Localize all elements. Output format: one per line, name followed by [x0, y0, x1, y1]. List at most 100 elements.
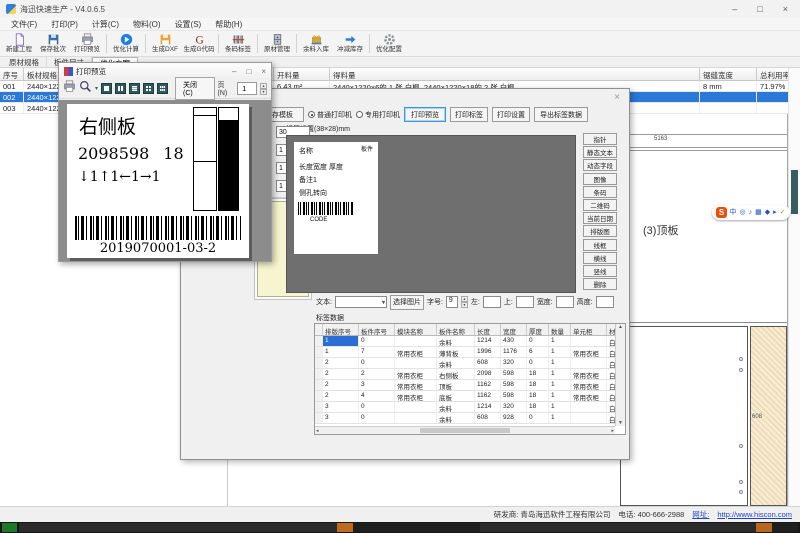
- row-selector[interactable]: [315, 369, 323, 379]
- height-input[interactable]: [596, 296, 614, 308]
- taskbar-item[interactable]: [756, 523, 772, 532]
- export-label-data-button[interactable]: 导出标签数据: [534, 107, 588, 122]
- taskbar-item[interactable]: [337, 523, 353, 532]
- label-template[interactable]: 名称 板件 长度宽度 厚度 备注1 侧孔转向 CODE: [294, 142, 378, 254]
- table-row[interactable]: 17常用衣柜薄背板1996117661常用衣柜白枫: [315, 347, 625, 358]
- left-input[interactable]: [483, 296, 501, 308]
- toolbar-button-优化计算[interactable]: 优化计算: [109, 31, 143, 56]
- label-table-header-长度[interactable]: 长度: [475, 324, 501, 335]
- table-cell[interactable]: [571, 402, 607, 412]
- table-cell[interactable]: [395, 402, 437, 412]
- toolbar-button-优化配置[interactable]: 优化配置: [372, 31, 406, 56]
- table-cell[interactable]: 1996: [475, 347, 501, 357]
- table-cell[interactable]: 0: [359, 413, 395, 423]
- table-cell[interactable]: 2: [359, 369, 395, 379]
- six-page-view-button[interactable]: [157, 83, 168, 94]
- table-cell[interactable]: [571, 336, 607, 346]
- print-label-button[interactable]: 打印标签: [450, 107, 488, 122]
- tool-button-横线[interactable]: 横线: [583, 252, 617, 264]
- ime-icon-3[interactable]: ▦: [755, 209, 762, 216]
- template-name-field[interactable]: 名称: [299, 146, 313, 156]
- label-table-header-数量[interactable]: 数量: [549, 324, 571, 335]
- toolbar-button-生成G代码[interactable]: G生成G代码: [182, 31, 216, 56]
- menu-item-计算(C)[interactable]: 计算(C): [85, 18, 126, 30]
- table-cell[interactable]: 常用衣柜: [571, 369, 607, 379]
- table-cell[interactable]: 1: [549, 380, 571, 390]
- table-cell[interactable]: 598: [501, 369, 527, 379]
- table-cell[interactable]: 18: [527, 391, 549, 401]
- table-cell[interactable]: 常用衣柜: [571, 380, 607, 390]
- tool-button-排版图[interactable]: 排版图: [583, 225, 617, 237]
- table-cell[interactable]: 1: [549, 391, 571, 401]
- table-cell[interactable]: 598: [501, 380, 527, 390]
- table-cell[interactable]: 18: [527, 380, 549, 390]
- scroll-left-icon[interactable]: ◂: [316, 428, 319, 434]
- table-cell[interactable]: [571, 413, 607, 423]
- table-cell[interactable]: 598: [501, 391, 527, 401]
- menu-item-帮助(H)[interactable]: 帮助(H): [208, 18, 249, 30]
- tool-button-当前日期[interactable]: 当前日期: [583, 212, 617, 224]
- table-row[interactable]: 22常用衣柜右侧板2098598181常用衣柜白枫: [315, 369, 625, 380]
- table-horizontal-scrollbar[interactable]: ◂▸: [315, 426, 615, 434]
- taskbar-item[interactable]: [772, 523, 798, 532]
- template-barcode[interactable]: [298, 202, 354, 215]
- table-row[interactable]: 20余料60832001白枫: [315, 358, 625, 369]
- table-cell[interactable]: 608: [475, 413, 501, 423]
- print-preview-button[interactable]: 打印预览: [404, 107, 446, 122]
- radio-checked-icon[interactable]: [308, 111, 315, 118]
- table-cell[interactable]: 2: [323, 358, 359, 368]
- radio-normal-printer[interactable]: 普通打印机: [308, 110, 352, 120]
- label-table-header-模块名称[interactable]: 模块名称: [395, 324, 437, 335]
- tool-button-二维码[interactable]: 二维码: [583, 199, 617, 211]
- preview-close-button[interactable]: ×: [261, 67, 266, 76]
- table-row[interactable]: 24常用衣柜底板1162598181常用衣柜白枫: [315, 391, 625, 402]
- scroll-down-icon[interactable]: ▼: [618, 420, 623, 426]
- table-cell[interactable]: 3: [323, 413, 359, 423]
- table-cell[interactable]: 1214: [475, 336, 501, 346]
- ime-icon-5[interactable]: ▸: [773, 209, 777, 216]
- table-cell[interactable]: 1162: [475, 391, 501, 401]
- table-cell[interactable]: 顶板: [437, 380, 475, 390]
- table-cell[interactable]: 1: [549, 369, 571, 379]
- table-cell[interactable]: 7: [359, 347, 395, 357]
- template-dims-field[interactable]: 长度宽度 厚度: [299, 162, 343, 172]
- table-cell[interactable]: 余料: [437, 402, 475, 412]
- table-cell[interactable]: 余料: [437, 358, 475, 368]
- table-cell[interactable]: 6: [527, 347, 549, 357]
- table-cell[interactable]: 1: [549, 336, 571, 346]
- zoom-dropdown-icon[interactable]: ▾: [95, 85, 98, 92]
- menu-item-打印(P)[interactable]: 打印(P): [44, 18, 85, 30]
- page-spinner-icon[interactable]: ▴▾: [260, 83, 267, 95]
- table-cell[interactable]: 4: [359, 391, 395, 401]
- table-cell[interactable]: 常用衣柜: [395, 369, 437, 379]
- font-size-value[interactable]: 9: [446, 296, 458, 308]
- tool-button-动态字段[interactable]: 动态字段: [583, 159, 617, 171]
- table-cell[interactable]: 2: [323, 369, 359, 379]
- table-row[interactable]: 23常用衣柜顶板1162598181常用衣柜白枫: [315, 380, 625, 391]
- pick-image-button[interactable]: 选择图片: [390, 295, 424, 310]
- label-table-header-单元柜[interactable]: 单元柜: [571, 324, 607, 335]
- menu-item-文件(F)[interactable]: 文件(F): [4, 18, 44, 30]
- table-cell[interactable]: 常用衣柜: [395, 391, 437, 401]
- row-selector[interactable]: [315, 413, 323, 423]
- table-cell[interactable]: 常用衣柜: [395, 347, 437, 357]
- table-cell[interactable]: 0: [527, 336, 549, 346]
- toolbar-button-保存批次[interactable]: 保存批次: [36, 31, 70, 56]
- tool-button-线框[interactable]: 线框: [583, 239, 617, 251]
- ime-icon-2[interactable]: ♪: [749, 209, 753, 216]
- close-button[interactable]: ×: [783, 4, 788, 14]
- table-row[interactable]: 30余料60892801白枫: [315, 413, 625, 424]
- table-cell[interactable]: 0: [527, 413, 549, 423]
- table-cell[interactable]: 2: [323, 380, 359, 390]
- toolbar-button-新建工程[interactable]: 新建工程: [2, 31, 36, 56]
- menu-item-设置(S)[interactable]: 设置(S): [168, 18, 209, 30]
- minimize-button[interactable]: –: [732, 4, 737, 14]
- table-cell[interactable]: 1: [549, 358, 571, 368]
- scrollbar-thumb[interactable]: [791, 170, 798, 214]
- table-vertical-scrollbar[interactable]: ▲▼: [615, 324, 625, 426]
- table-cell[interactable]: 余料: [437, 336, 475, 346]
- ime-icon-6[interactable]: ✓: [780, 209, 786, 216]
- row-selector[interactable]: [315, 336, 323, 346]
- table-cell[interactable]: 0: [527, 358, 549, 368]
- zoom-icon[interactable]: [79, 80, 92, 98]
